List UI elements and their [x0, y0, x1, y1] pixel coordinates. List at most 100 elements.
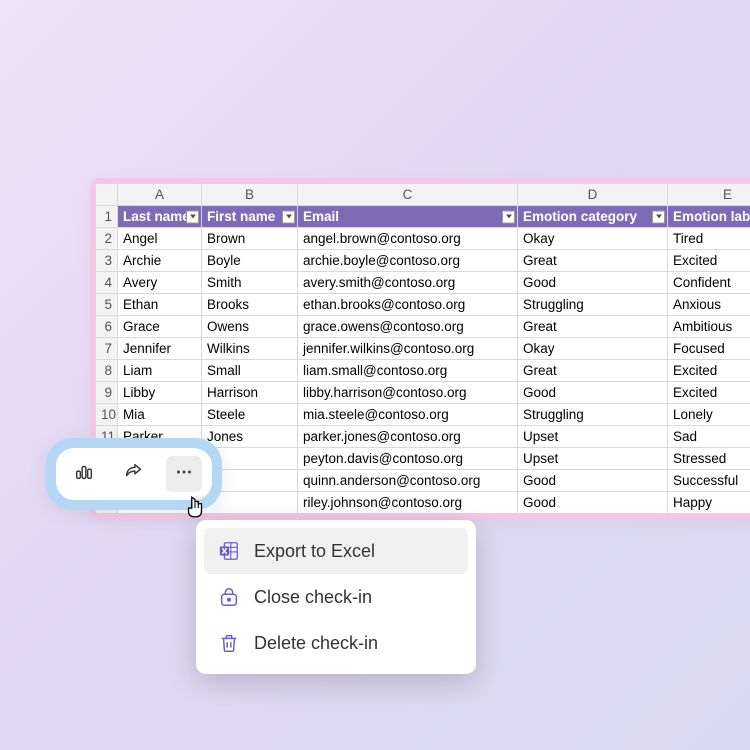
filter-icon[interactable]	[502, 210, 515, 223]
cell-label[interactable]: Confident	[668, 272, 750, 294]
cell-category[interactable]: Good	[518, 382, 668, 404]
cell-category[interactable]: Okay	[518, 228, 668, 250]
filter-icon[interactable]	[652, 210, 665, 223]
col-head-c[interactable]: C	[298, 184, 518, 206]
row-number[interactable]: 2	[96, 228, 118, 250]
cell-label[interactable]: Excited	[668, 382, 750, 404]
cell-email[interactable]: peyton.davis@contoso.org	[298, 448, 518, 470]
cell-email[interactable]: ethan.brooks@contoso.org	[298, 294, 518, 316]
cell-label[interactable]: Excited	[668, 360, 750, 382]
cell-label[interactable]: Focused	[668, 338, 750, 360]
row-number[interactable]: 8	[96, 360, 118, 382]
cell-category[interactable]: Good	[518, 470, 668, 492]
row-number[interactable]: 5	[96, 294, 118, 316]
row-number[interactable]: 9	[96, 382, 118, 404]
cell-first[interactable]: Harrison	[202, 382, 298, 404]
col-head-a[interactable]: A	[118, 184, 202, 206]
table-row: 5EthanBrooksethan.brooks@contoso.orgStru…	[96, 294, 750, 316]
cell-category[interactable]: Great	[518, 360, 668, 382]
menu-item-delete-checkin[interactable]: Delete check-in	[204, 620, 468, 666]
cell-email[interactable]: parker.jones@contoso.org	[298, 426, 518, 448]
cell-last[interactable]: Avery	[118, 272, 202, 294]
cell-email[interactable]: riley.johnson@contoso.org	[298, 492, 518, 514]
cell-email[interactable]: grace.owens@contoso.org	[298, 316, 518, 338]
cell-category[interactable]: Great	[518, 316, 668, 338]
cell-first[interactable]: Boyle	[202, 250, 298, 272]
row-number[interactable]: 7	[96, 338, 118, 360]
cell-first[interactable]: Owens	[202, 316, 298, 338]
table-row: 9LibbyHarrisonlibby.harrison@contoso.org…	[96, 382, 750, 404]
col-head-d[interactable]: D	[518, 184, 668, 206]
row-number[interactable]: 6	[96, 316, 118, 338]
cell-last[interactable]: Ethan	[118, 294, 202, 316]
header-email[interactable]: Email	[298, 206, 518, 228]
cell-email[interactable]: avery.smith@contoso.org	[298, 272, 518, 294]
toolbar-pill	[46, 438, 222, 510]
header-label: Emotion category	[523, 209, 637, 224]
cell-category[interactable]: Good	[518, 272, 668, 294]
filter-icon[interactable]	[186, 210, 199, 223]
menu-item-label: Delete check-in	[254, 633, 378, 654]
cell-label[interactable]: Sad	[668, 426, 750, 448]
cell-first[interactable]: Brooks	[202, 294, 298, 316]
cell-label[interactable]: Stressed	[668, 448, 750, 470]
row-number[interactable]: 3	[96, 250, 118, 272]
cell-email[interactable]: liam.small@contoso.org	[298, 360, 518, 382]
chart-button[interactable]	[66, 456, 102, 492]
cell-email[interactable]: libby.harrison@contoso.org	[298, 382, 518, 404]
header-emotion-category[interactable]: Emotion category	[518, 206, 668, 228]
trash-icon	[218, 632, 240, 654]
cell-email[interactable]: jennifer.wilkins@contoso.org	[298, 338, 518, 360]
cell-first[interactable]: Steele	[202, 404, 298, 426]
col-head-b[interactable]: B	[202, 184, 298, 206]
cell-first[interactable]: Small	[202, 360, 298, 382]
cell-category[interactable]: Struggling	[518, 294, 668, 316]
cell-email[interactable]: quinn.anderson@contoso.org	[298, 470, 518, 492]
cell-last[interactable]: Mia	[118, 404, 202, 426]
more-button[interactable]	[166, 456, 202, 492]
cell-last[interactable]: Grace	[118, 316, 202, 338]
cell-email[interactable]: archie.boyle@contoso.org	[298, 250, 518, 272]
cell-first[interactable]: Smith	[202, 272, 298, 294]
menu-item-export-excel[interactable]: Export to Excel	[204, 528, 468, 574]
share-button[interactable]	[116, 456, 152, 492]
cell-email[interactable]: mia.steele@contoso.org	[298, 404, 518, 426]
more-menu: Export to Excel Close check-in Delete ch…	[196, 520, 476, 674]
cell-last[interactable]: Archie	[118, 250, 202, 272]
cell-label[interactable]: Ambitious	[668, 316, 750, 338]
cell-category[interactable]: Great	[518, 250, 668, 272]
corner-cell[interactable]	[96, 184, 118, 206]
cell-last[interactable]: Liam	[118, 360, 202, 382]
cell-first[interactable]: Brown	[202, 228, 298, 250]
row-number[interactable]: 4	[96, 272, 118, 294]
cell-category[interactable]: Good	[518, 492, 668, 514]
cell-email[interactable]: angel.brown@contoso.org	[298, 228, 518, 250]
header-last-name[interactable]: Last name	[118, 206, 202, 228]
cell-first[interactable]: Jones	[202, 426, 298, 448]
cell-label[interactable]: Anxious	[668, 294, 750, 316]
cell-label[interactable]: Lonely	[668, 404, 750, 426]
cell-last[interactable]: Jennifer	[118, 338, 202, 360]
toolbar-inner	[56, 448, 212, 500]
cell-label[interactable]: Excited	[668, 250, 750, 272]
cell-category[interactable]: Okay	[518, 338, 668, 360]
cell-category[interactable]: Struggling	[518, 404, 668, 426]
row-number[interactable]: 1	[96, 206, 118, 228]
cell-label[interactable]: Successful	[668, 470, 750, 492]
header-first-name[interactable]: First name	[202, 206, 298, 228]
cell-last[interactable]: Libby	[118, 382, 202, 404]
filter-icon[interactable]	[282, 210, 295, 223]
cell-category[interactable]: Upset	[518, 448, 668, 470]
header-emotion-label[interactable]: Emotion label	[668, 206, 750, 228]
row-number[interactable]: 10	[96, 404, 118, 426]
menu-item-close-checkin[interactable]: Close check-in	[204, 574, 468, 620]
cell-label[interactable]: Happy	[668, 492, 750, 514]
cell-last[interactable]: Angel	[118, 228, 202, 250]
excel-icon	[218, 540, 240, 562]
header-row: 1 Last name First name Email Emotion cat…	[96, 206, 750, 228]
table-row: 6GraceOwensgrace.owens@contoso.orgGreatA…	[96, 316, 750, 338]
col-head-e[interactable]: E	[668, 184, 750, 206]
cell-label[interactable]: Tired	[668, 228, 750, 250]
cell-category[interactable]: Upset	[518, 426, 668, 448]
cell-first[interactable]: Wilkins	[202, 338, 298, 360]
